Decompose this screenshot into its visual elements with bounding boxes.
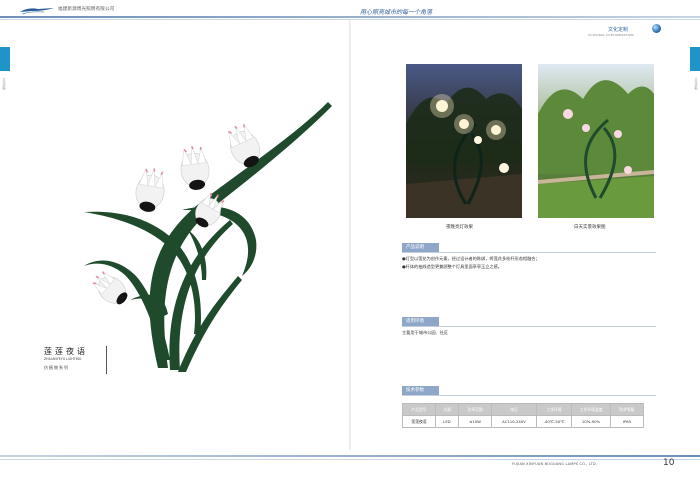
usage-rule <box>402 326 656 327</box>
day-effect-photo <box>538 64 654 218</box>
usage-text: 主要用于城市公园、社区 <box>402 330 449 335</box>
specs-table: 产品型号 光源 功率范围 电压 工作环境 工作环境湿度 防护等级 莲莲夜语 LE… <box>402 403 644 428</box>
page-spine <box>349 20 351 450</box>
specs-cell: AC110-240V <box>491 415 537 428</box>
slogan: 用心照亮城市的每一个角落 <box>360 9 433 16</box>
day-photo-caption: 白天实景效果图 <box>574 225 606 230</box>
side-tab-left <box>0 47 10 71</box>
product-name-block: 莲莲夜语 ZHILIANYEYU LIGHTING 仿植物系列 <box>44 346 107 374</box>
company-name: 福建新源博光照明有限公司 <box>58 7 115 12</box>
brand-title: 文化定制 <box>608 27 629 33</box>
specs-cell: 10%-90% <box>571 415 611 428</box>
side-tab-right-label: 文化定制 <box>694 78 698 90</box>
specs-cell: LED <box>435 415 459 428</box>
night-photo-caption: 夜晚亮灯效果 <box>446 225 473 230</box>
specs-cell: IP65 <box>610 415 644 428</box>
specs-cell: 莲莲夜语 <box>402 415 436 428</box>
specs-header-cell: 产品型号 <box>402 403 436 416</box>
footer-company: FUJIAN XINYUAN BOGUANG LAMPS CO., LTD. <box>512 462 598 466</box>
catalog-page: 福建新源博光照明有限公司 用心照亮城市的每一个角落 文化定制 CULTURAL … <box>0 0 700 477</box>
specs-rule <box>402 395 656 396</box>
description-line-1: ●灯型以莲花为创作元素，经过设计者的陈绑，将莲花多枝杆形态相融合； <box>402 256 540 261</box>
product-name-en: ZHILIANYEYU LIGHTING <box>44 357 82 361</box>
specs-header-cell: 工作环境 <box>536 403 572 416</box>
usage-title: 适用环境 <box>402 317 439 326</box>
brand-subtitle: CULTURAL CUSTOMIZATION <box>588 33 634 37</box>
product-name-cn: 莲莲夜语 <box>44 347 88 356</box>
side-tab-right <box>690 47 700 71</box>
lotus-lamp-illustration <box>84 102 332 372</box>
footer-rule <box>0 455 700 457</box>
company-logo <box>20 8 54 15</box>
night-effect-photo <box>406 64 522 218</box>
description-title: 产品说明 <box>402 243 439 252</box>
side-tab-left-label: 文化定制 <box>2 78 6 90</box>
specs-header-row: 产品型号 光源 功率范围 电压 工作环境 工作环境湿度 防护等级 <box>402 403 644 416</box>
specs-title: 技术参数 <box>402 386 439 395</box>
specs-row: 莲莲夜语 LED ≤10W AC110-240V -40℃-50℃ 10%-90… <box>402 415 644 428</box>
specs-cell: ≤10W <box>458 415 492 428</box>
description-rule <box>402 252 656 253</box>
footer-rule-thin <box>0 459 700 460</box>
page-number: 10 <box>663 458 675 468</box>
specs-header-cell: 电压 <box>491 403 537 416</box>
specs-header-cell: 功率范围 <box>458 403 492 416</box>
product-series: 仿植物系列 <box>44 365 69 370</box>
globe-icon <box>652 24 661 33</box>
specs-header-cell: 光源 <box>435 403 459 416</box>
specs-header-cell: 防护等级 <box>610 403 644 416</box>
specs-header-cell: 工作环境湿度 <box>571 403 611 416</box>
description-line-2: ●杆体的抽线造型更兼顾整个灯具里面亭亭玉立之感。 <box>402 264 502 269</box>
specs-cell: -40℃-50℃ <box>536 415 572 428</box>
header-rule <box>0 16 700 18</box>
